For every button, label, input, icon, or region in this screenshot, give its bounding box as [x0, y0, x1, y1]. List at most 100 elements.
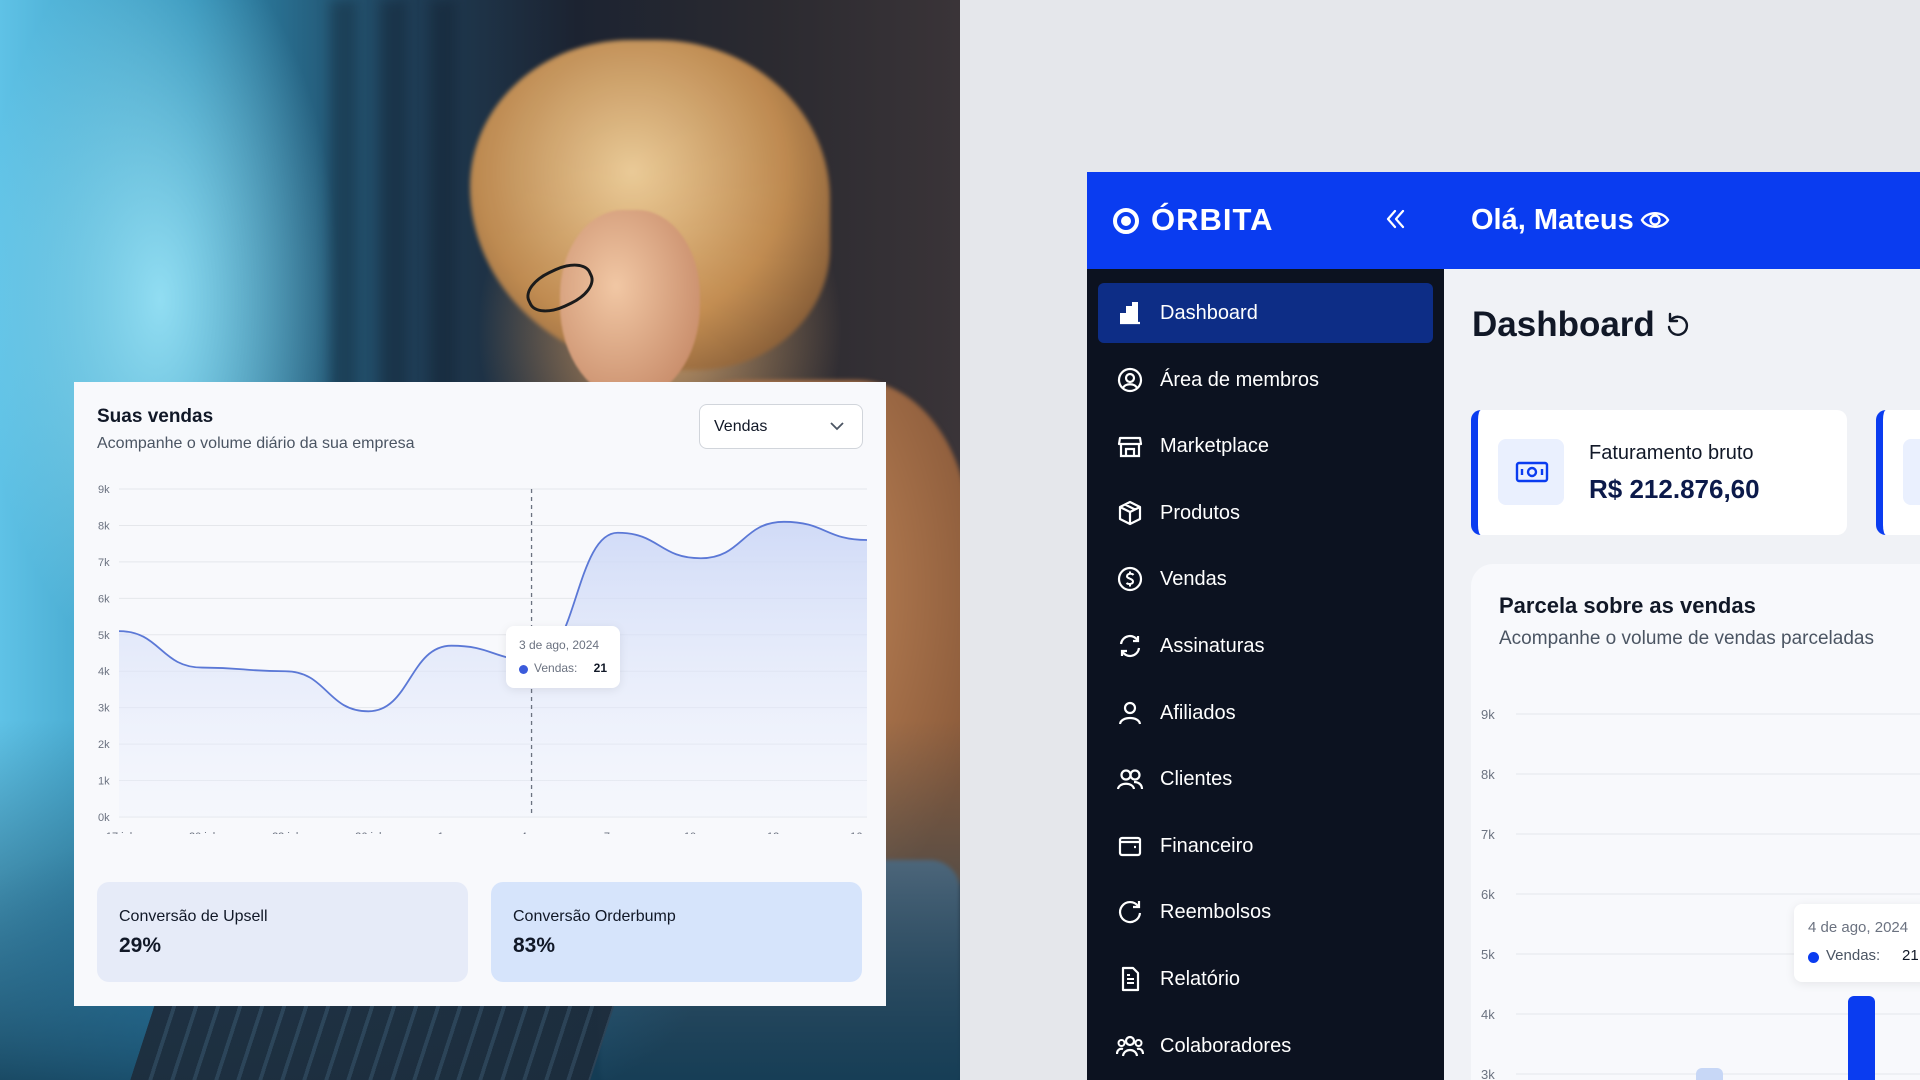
tooltip-value: 21	[593, 661, 607, 675]
y-tick-label: 6k	[98, 593, 110, 605]
y-tick-label: 4k	[98, 666, 110, 678]
metric-icon	[1903, 439, 1920, 505]
refresh-arrows-icon	[1119, 634, 1141, 658]
tooltip-label: Vendas:	[534, 661, 578, 675]
metric-value: R$ 212.876,60	[1589, 474, 1760, 504]
y-tick-label: 8k	[98, 520, 110, 532]
rotate-icon	[1118, 901, 1142, 924]
refresh-icon[interactable]	[1664, 311, 1692, 339]
sidebar-item-produtos[interactable]: Produtos	[1098, 483, 1433, 543]
document-icon	[1121, 966, 1140, 992]
y-tick-label: 5k	[1481, 947, 1495, 962]
conversion-value: 83%	[513, 934, 556, 957]
sidebar-item-label: Reembolsos	[1160, 901, 1272, 924]
curtain-fold	[380, 0, 406, 420]
panel-subtitle: Acompanhe o volume de vendas parceladas	[1499, 628, 1874, 649]
conversion-value: 29%	[119, 934, 162, 957]
tooltip-legend-dot	[519, 665, 528, 674]
user-icon	[1118, 701, 1142, 724]
greeting: Olá, Mateus	[1471, 204, 1634, 236]
y-tick-label: 3k	[98, 703, 110, 715]
y-tick-label: 1k	[98, 776, 110, 788]
y-tick-label: 8k	[1481, 767, 1495, 782]
sidebar-item-marketplace[interactable]: Marketplace	[1098, 416, 1433, 476]
chevron-down-icon	[830, 422, 844, 431]
sales-card-title: Suas vendas	[97, 406, 214, 427]
conversion-label: Conversão de Upsell	[119, 908, 268, 925]
metric-select[interactable]: Vendas	[699, 404, 863, 449]
x-tick-label: 1 ago	[438, 831, 466, 834]
tooltip-value: 21	[1902, 947, 1919, 964]
tooltip-date: 4 de ago, 2024	[1808, 919, 1909, 936]
top-bar: ÓRBITA Olá, Mateus	[1087, 172, 1920, 269]
sidebar-item-label: Marketplace	[1160, 435, 1269, 458]
sidebar-item-afiliados[interactable]: Afiliados	[1098, 683, 1433, 743]
collapse-sidebar-icon[interactable]	[1382, 206, 1408, 232]
sidebar-item-relatorio[interactable]: Relatório	[1098, 949, 1433, 1009]
sidebar-item-dashboard[interactable]: Dashboard	[1098, 283, 1433, 343]
installments-bar-chart: 3k 4k 5k 6k 7k 8k 9k	[1481, 707, 1920, 1080]
page-title: Dashboard	[1472, 305, 1655, 344]
gross-revenue-card: Faturamento bruto R$ 212.876,60	[1471, 410, 1847, 535]
sidebar-item-label: Relatório	[1160, 968, 1241, 990]
bar	[1848, 996, 1875, 1080]
metric-label: Faturamento bruto	[1589, 442, 1754, 464]
bar-chart-icon	[1120, 302, 1140, 325]
sidebar-item-area-de-membros[interactable]: Área de membros	[1098, 350, 1433, 410]
x-tick-label: 4 ago	[521, 831, 549, 834]
tooltip-label: Vendas:	[1826, 947, 1881, 964]
x-tick-label: 17 jul	[106, 831, 132, 834]
sidebar-item-assinaturas[interactable]: Assinaturas	[1098, 616, 1433, 676]
y-tick-label: 0k	[98, 812, 110, 824]
x-tick-label: 16 ago	[850, 831, 884, 834]
sidebar-item-label: Colaboradores	[1160, 1034, 1292, 1057]
logo-mark-icon	[1113, 208, 1139, 234]
orderbump-conversion-card: Conversão Orderbump 83%	[491, 882, 862, 982]
sidebar-item-vendas[interactable]: Vendas	[1098, 549, 1433, 609]
logo[interactable]: ÓRBITA	[1151, 202, 1274, 238]
sidebar-item-label: Clientes	[1160, 768, 1233, 791]
sidebar-item-label: Produtos	[1160, 501, 1241, 524]
store-icon	[1117, 437, 1143, 458]
y-tick-label: 9k	[98, 484, 110, 496]
sidebar-item-label: Área de membros	[1160, 368, 1319, 391]
sales-card: Suas vendas Acompanhe o volume diário da…	[74, 382, 886, 1006]
chart-tooltip: 4 de ago, 2024 Vendas: 21	[1794, 904, 1920, 982]
x-tick-label: 13 ago	[767, 831, 801, 834]
series-area	[119, 521, 867, 817]
x-tick-label: 7 ago	[604, 831, 632, 834]
sidebar-item-label: Financeiro	[1160, 834, 1254, 857]
team-icon	[1116, 1035, 1144, 1056]
y-tick-label: 9k	[1481, 707, 1495, 722]
y-tick-label: 4k	[1481, 1007, 1495, 1022]
x-tick-label: 26 jul	[355, 831, 381, 834]
upsell-conversion-card: Conversão de Upsell 29%	[97, 882, 468, 982]
box-icon	[1118, 500, 1142, 525]
sidebar-item-label: Assinaturas	[1160, 635, 1265, 657]
sidebar-item-financeiro[interactable]: Financeiro	[1098, 816, 1433, 876]
wallet-icon	[1118, 836, 1142, 856]
x-tick-label: 10 ago	[684, 831, 718, 834]
sales-area-chart: 0k 1k 2k 3k 4k 5k 6k 7k 8k 9k 17 jul 20 jul 23 jul 26…	[98, 484, 884, 834]
sidebar-item-reembolsos[interactable]: Reembolsos	[1098, 882, 1433, 942]
conversion-label: Conversão Orderbump	[513, 908, 676, 925]
money-icon	[1498, 439, 1564, 505]
sidebar-item-colaboradores[interactable]: Colaboradores	[1098, 1016, 1433, 1076]
chart-tooltip: 3 de ago, 2024 Vendas: 21	[506, 626, 620, 688]
user-circle-icon	[1117, 367, 1143, 392]
dollar-circle-icon	[1117, 567, 1143, 592]
bar	[1696, 1068, 1723, 1080]
eye-icon[interactable]	[1640, 207, 1670, 233]
main-content: Dashboard Faturamento bruto R$ 212.876,6…	[1444, 269, 1920, 1080]
app-window: ÓRBITA Olá, Mateus Dashboard Área de memb…	[1087, 172, 1920, 1080]
sidebar-item-label: Vendas	[1160, 568, 1227, 591]
metric-select-value: Vendas	[714, 418, 768, 435]
x-tick-label: 23 jul	[272, 831, 298, 834]
metric-card-partial	[1876, 410, 1920, 535]
tooltip-date: 3 de ago, 2024	[519, 638, 600, 652]
panel-title: Parcela sobre as vendas	[1499, 593, 1756, 618]
y-tick-label: 7k	[98, 557, 110, 569]
sidebar-item-clientes[interactable]: Clientes	[1098, 749, 1433, 809]
y-tick-label: 5k	[98, 630, 110, 642]
person-face	[560, 210, 700, 400]
